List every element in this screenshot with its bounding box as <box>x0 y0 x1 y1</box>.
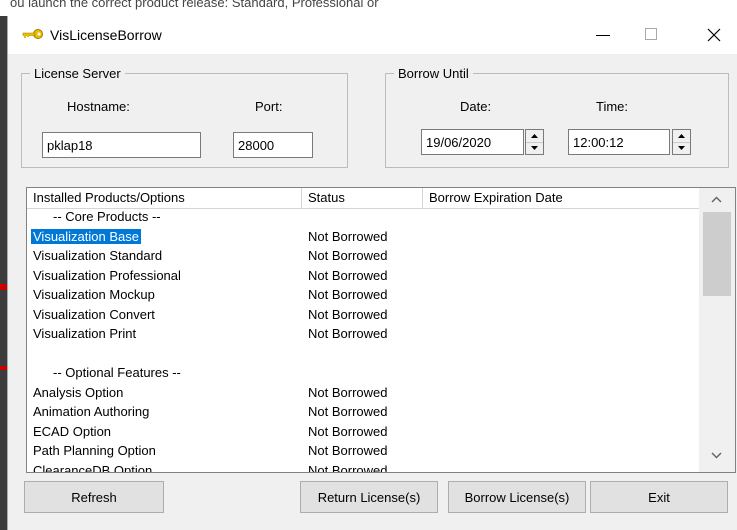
table-row[interactable]: Visualization Standard Not Borrowed <box>27 247 699 267</box>
row-status: Not Borrowed <box>308 423 388 439</box>
port-label: Port: <box>255 99 283 114</box>
row-status: Not Borrowed <box>308 248 388 263</box>
table-row[interactable]: Animation Authoring Not Borrowed <box>27 403 699 423</box>
date-spinner[interactable] <box>525 129 544 155</box>
date-label: Date: <box>460 99 492 114</box>
products-list[interactable]: Installed Products/Options Status Borrow… <box>26 187 736 473</box>
row-status: Not Borrowed <box>308 228 388 244</box>
license-server-legend: License Server <box>34 66 121 81</box>
column-header-expiration[interactable]: Borrow Expiration Date <box>423 188 699 208</box>
row-status: Not Borrowed <box>308 287 388 302</box>
table-row <box>27 345 699 365</box>
window-title: VisLicenseBorrow <box>50 27 162 43</box>
row-product-name: Visualization Professional <box>33 267 181 283</box>
scroll-down-icon[interactable] <box>711 452 722 459</box>
return-license-button[interactable]: Return License(s) <box>300 481 438 513</box>
table-row: -- Optional Features -- <box>27 364 699 384</box>
row-product-name: -- Core Products -- <box>53 209 161 224</box>
table-row[interactable]: Visualization Professional Not Borrowed <box>27 267 699 287</box>
row-status: Not Borrowed <box>308 443 388 458</box>
spin-down-icon[interactable] <box>526 142 543 154</box>
row-product-name: Visualization Standard <box>33 248 163 263</box>
maximize-button[interactable] <box>628 16 674 54</box>
scroll-up-icon[interactable] <box>711 196 722 203</box>
table-row[interactable]: Analysis Option Not Borrowed <box>27 384 699 404</box>
table-row[interactable]: Visualization Print Not Borrowed <box>27 325 699 345</box>
spin-down-icon[interactable] <box>673 142 690 154</box>
background-text: ou launch the correct product release: S… <box>10 0 379 10</box>
borrow-until-legend: Borrow Until <box>398 66 469 81</box>
time-input[interactable] <box>568 129 670 155</box>
column-header-status[interactable]: Status <box>302 188 423 208</box>
row-status: Not Borrowed <box>308 306 388 322</box>
row-product-name: Path Planning Option <box>33 443 156 458</box>
table-row[interactable]: ECAD Option Not Borrowed <box>27 423 699 443</box>
hostname-label: Hostname: <box>67 99 130 114</box>
row-product-name: Visualization Convert <box>33 306 155 322</box>
row-product-name: Animation Authoring <box>33 404 150 419</box>
table-row: -- Core Products -- <box>27 208 699 228</box>
time-spinner[interactable] <box>672 129 691 155</box>
table-row[interactable]: Path Planning Option Not Borrowed <box>27 442 699 462</box>
key-icon <box>22 29 43 39</box>
row-product-name: Analysis Option <box>33 384 124 400</box>
scrollbar-thumb[interactable] <box>703 212 731 296</box>
title-bar[interactable]: VisLicenseBorrow <box>8 16 737 54</box>
date-input[interactable] <box>421 129 524 155</box>
minimize-icon <box>596 35 610 36</box>
row-product-name: Visualization Base <box>31 228 141 244</box>
close-icon <box>707 28 721 42</box>
vertical-scrollbar[interactable] <box>699 188 735 472</box>
background-app: ou launch the correct product release: S… <box>0 0 737 16</box>
list-rows: -- Core Products -- Visualization Base Not… <box>27 208 699 473</box>
column-header-products[interactable]: Installed Products/Options <box>27 188 302 208</box>
row-product-name: ClearanceDB Option <box>33 462 153 473</box>
borrow-until-group: Borrow Until Date: Time: <box>385 66 729 168</box>
refresh-button[interactable]: Refresh <box>24 481 164 513</box>
row-status: Not Borrowed <box>308 384 388 400</box>
row-status: Not Borrowed <box>308 326 388 341</box>
exit-button[interactable]: Exit <box>590 481 728 513</box>
row-product-name: -- Optional Features -- <box>53 365 181 380</box>
row-product-name: Visualization Mockup <box>33 287 155 302</box>
time-label: Time: <box>596 99 629 114</box>
table-row[interactable]: Visualization Convert Not Borrowed <box>27 306 699 326</box>
row-product-name: Visualization Print <box>33 326 137 341</box>
table-row[interactable]: ClearanceDB Option Not Borrowed <box>27 462 699 473</box>
row-status: Not Borrowed <box>308 267 388 283</box>
table-row[interactable]: Visualization Base Not Borrowed <box>27 228 699 248</box>
row-product-name: ECAD Option <box>33 423 112 439</box>
row-status: Not Borrowed <box>308 462 388 473</box>
minimize-button[interactable] <box>578 16 624 54</box>
hostname-input[interactable] <box>42 132 201 158</box>
row-status: Not Borrowed <box>308 404 388 419</box>
borrow-license-button[interactable]: Borrow License(s) <box>448 481 586 513</box>
maximize-icon <box>645 28 657 40</box>
license-server-group: License Server Hostname: Port: <box>21 66 348 168</box>
table-row[interactable]: Visualization Mockup Not Borrowed <box>27 286 699 306</box>
close-button[interactable] <box>692 16 737 54</box>
list-header: Installed Products/Options Status Borrow… <box>27 188 699 209</box>
port-input[interactable] <box>233 132 313 158</box>
